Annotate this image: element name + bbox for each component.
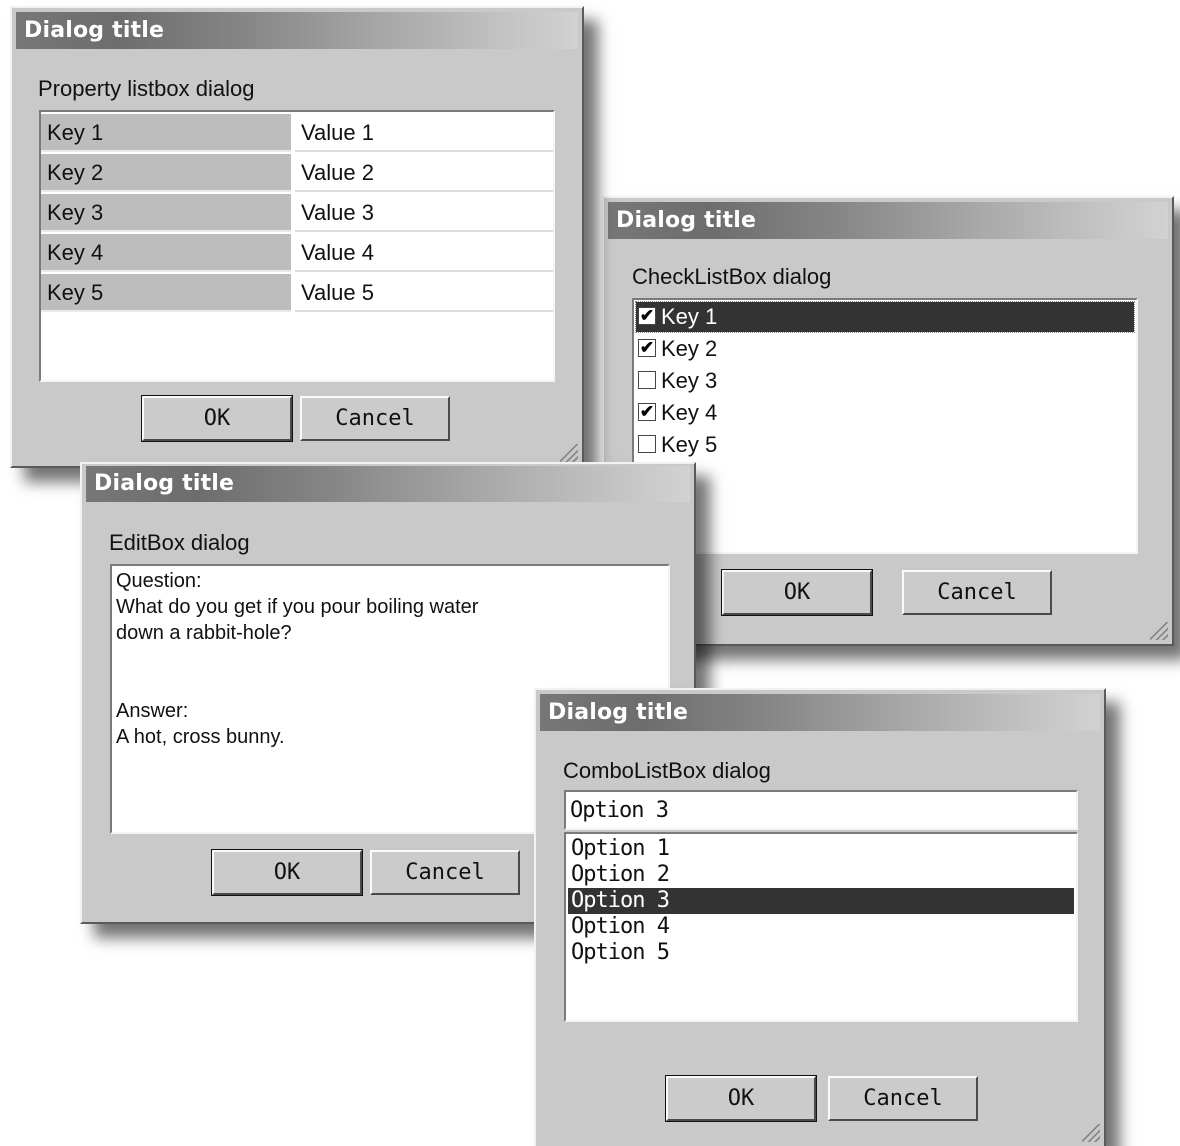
check-list-item-label: Key 2: [661, 336, 718, 361]
ok-button[interactable]: OK: [721, 569, 873, 616]
edit-box-text[interactable]: Question: What do you get if you pour bo…: [116, 568, 478, 750]
resize-grip-icon[interactable]: [1082, 1124, 1100, 1142]
resize-grip-icon[interactable]: [560, 444, 578, 462]
check-list-box[interactable]: ✔ Key 1 ✔ Key 2 Key 3 ✔ Key 4 Key 5: [632, 298, 1138, 554]
dialog-caption: Property listbox dialog: [38, 76, 255, 101]
property-row[interactable]: Key 1 Value 1: [41, 114, 553, 154]
property-row[interactable]: Key 2 Value 2: [41, 154, 553, 194]
property-key: Key 1: [41, 114, 291, 152]
property-listbox-dialog: Dialog title Property listbox dialog Key…: [10, 6, 584, 468]
check-list-item-label: Key 1: [661, 304, 718, 329]
check-list-item[interactable]: ✔ Key 1: [635, 301, 1135, 333]
checkbox-unchecked-icon[interactable]: [638, 435, 656, 453]
check-list-item[interactable]: Key 5: [636, 430, 1134, 460]
dialog-caption: ComboListBox dialog: [563, 758, 771, 783]
property-key: Key 3: [41, 194, 291, 232]
property-value[interactable]: Value 5: [295, 274, 553, 312]
property-value[interactable]: Value 4: [295, 234, 553, 272]
list-item[interactable]: Option 2: [568, 862, 1074, 888]
combo-input-value: Option 3: [570, 798, 669, 823]
property-value[interactable]: Value 3: [295, 194, 553, 232]
dialog-caption: EditBox dialog: [109, 530, 250, 555]
checkbox-checked-icon[interactable]: ✔: [638, 403, 656, 421]
cancel-button[interactable]: Cancel: [828, 1076, 978, 1121]
property-row[interactable]: Key 5 Value 5: [41, 274, 553, 314]
list-item[interactable]: Option 5: [568, 940, 1074, 966]
property-list-box[interactable]: Key 1 Value 1 Key 2 Value 2 Key 3 Value …: [39, 110, 555, 382]
checkbox-checked-icon[interactable]: ✔: [638, 339, 656, 357]
ok-button[interactable]: OK: [665, 1075, 817, 1122]
check-list-item-label: Key 3: [661, 368, 718, 393]
property-row[interactable]: Key 4 Value 4: [41, 234, 553, 274]
dialog-titlebar[interactable]: Dialog title: [540, 694, 1100, 731]
property-key: Key 2: [41, 154, 291, 192]
check-list-item[interactable]: ✔ Key 4: [636, 398, 1134, 428]
cancel-button[interactable]: Cancel: [902, 570, 1052, 615]
check-list-item-label: Key 5: [661, 432, 718, 457]
property-key: Key 5: [41, 274, 291, 312]
checkbox-checked-icon[interactable]: ✔: [638, 307, 656, 325]
resize-grip-icon[interactable]: [1150, 622, 1168, 640]
check-list-item-label: Key 4: [661, 400, 718, 425]
list-item[interactable]: Option 1: [568, 836, 1074, 862]
ok-button[interactable]: OK: [211, 849, 363, 896]
combo-input[interactable]: Option 3: [564, 790, 1078, 830]
checkbox-unchecked-icon[interactable]: [638, 371, 656, 389]
ok-button[interactable]: OK: [141, 395, 293, 442]
check-list-item[interactable]: Key 3: [636, 366, 1134, 396]
list-item[interactable]: Option 4: [568, 914, 1074, 940]
property-value[interactable]: Value 1: [295, 114, 553, 152]
cancel-button[interactable]: Cancel: [300, 396, 450, 441]
dialog-titlebar[interactable]: Dialog title: [86, 466, 690, 502]
property-value[interactable]: Value 2: [295, 154, 553, 192]
dialog-titlebar[interactable]: Dialog title: [16, 12, 578, 49]
cancel-button[interactable]: Cancel: [370, 850, 520, 895]
list-item[interactable]: Option 3: [568, 888, 1074, 914]
dialog-titlebar[interactable]: Dialog title: [608, 202, 1168, 239]
check-list-item[interactable]: ✔ Key 2: [636, 334, 1134, 364]
combolistbox-dialog: Dialog title ComboListBox dialog Option …: [534, 688, 1106, 1146]
property-key: Key 4: [41, 234, 291, 272]
combo-list-box[interactable]: Option 1 Option 2 Option 3 Option 4 Opti…: [564, 832, 1078, 1022]
dialog-caption: CheckListBox dialog: [632, 264, 832, 289]
property-row[interactable]: Key 3 Value 3: [41, 194, 553, 234]
